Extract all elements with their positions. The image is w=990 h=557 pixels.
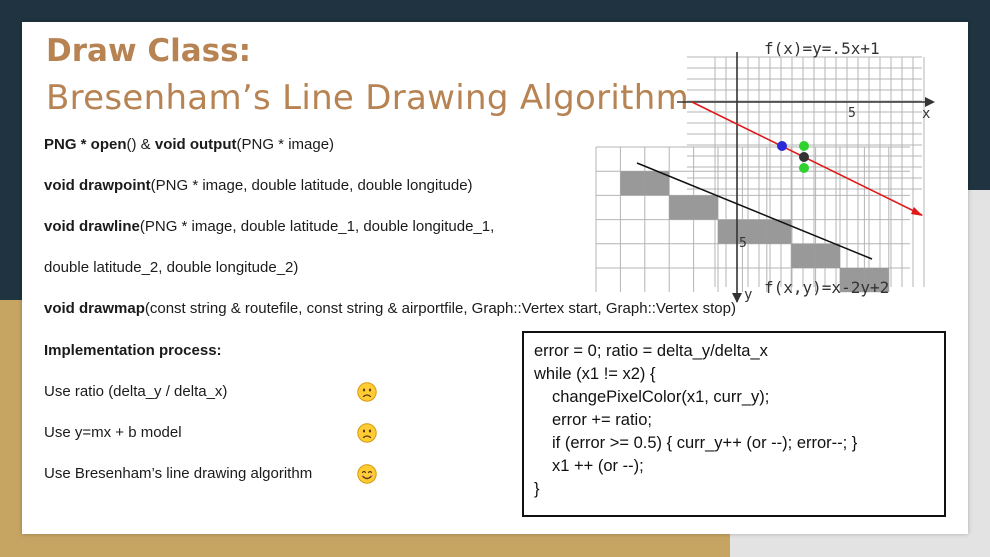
y-axis-arrow: [732, 293, 742, 303]
green-point: [799, 141, 809, 151]
function-drawline-continued: double latitude_2, double longitude_2): [44, 259, 298, 276]
step-label: Use y=mx + b model: [44, 424, 182, 441]
implementation-heading: Implementation process:: [44, 342, 222, 359]
code-line: changePixelColor(x1, curr_y);: [552, 388, 770, 406]
function-drawline: void drawline(PNG * image, double latitu…: [44, 218, 494, 235]
bresenham-line-diagram: f(x)=y=.5x+1 f(x,y)=x-2y+2 x y 5 5: [595, 39, 935, 303]
y-tick-label: 5: [739, 236, 747, 251]
code-line: if (error >= 0.5) { curr_y++ (or --); er…: [552, 434, 858, 452]
code-line: }: [534, 480, 540, 498]
fn-params: (PNG * image, double latitude_1, double …: [139, 218, 495, 235]
filled-pixel: [620, 171, 645, 196]
black-point: [799, 152, 809, 162]
fn-name: void drawpoint: [44, 177, 151, 194]
y-axis-label: y: [744, 287, 752, 303]
x-tick-label: 5: [848, 106, 856, 121]
code-line: x1 ++ (or --);: [552, 457, 644, 475]
fn-params: (PNG * image): [236, 136, 335, 153]
worried-face-icon: [357, 382, 377, 402]
green-point: [799, 163, 809, 173]
step-label: Use Bresenham’s line drawing algorithm: [44, 465, 313, 482]
code-box: error = 0; ratio = delta_y/delta_x while…: [522, 331, 946, 517]
function-drawpoint: void drawpoint(PNG * image, double latit…: [44, 177, 473, 194]
worried-face-icon: [357, 423, 377, 443]
smiling-face-icon: [357, 464, 377, 484]
top-formula: f(x)=y=.5x+1: [764, 39, 880, 58]
filled-pixel: [815, 243, 840, 268]
filled-pixel: [693, 195, 718, 220]
step-label: Use ratio (delta_y / delta_x): [44, 383, 228, 400]
filled-pixel: [669, 195, 694, 220]
x-axis-label: x: [922, 106, 930, 122]
fn-name: void drawline: [44, 218, 140, 235]
code-line: error = 0; ratio = delta_y/delta_x: [534, 342, 768, 360]
implementation-heading-text: Implementation process:: [44, 342, 222, 359]
slide: Draw Class: Bresenham’s Line Drawing Alg…: [22, 22, 968, 534]
fn-name: PNG * open: [44, 136, 127, 153]
filled-pixel: [791, 243, 816, 268]
code-line: error += ratio;: [552, 411, 652, 429]
bottom-formula: f(x,y)=x-2y+2: [764, 278, 889, 297]
fn-params: double latitude_2, double longitude_2): [44, 259, 299, 276]
fn-params: (PNG * image, double latitude, double lo…: [150, 177, 473, 194]
blue-point: [777, 141, 787, 151]
code-line: while (x1 != x2) {: [534, 365, 656, 383]
fn-name: void drawmap: [44, 300, 145, 317]
fn-name: void output: [154, 136, 237, 153]
function-open-output: PNG * open() & void output(PNG * image): [44, 136, 334, 153]
filled-pixel: [766, 219, 792, 244]
fn-params: () &: [126, 136, 155, 153]
